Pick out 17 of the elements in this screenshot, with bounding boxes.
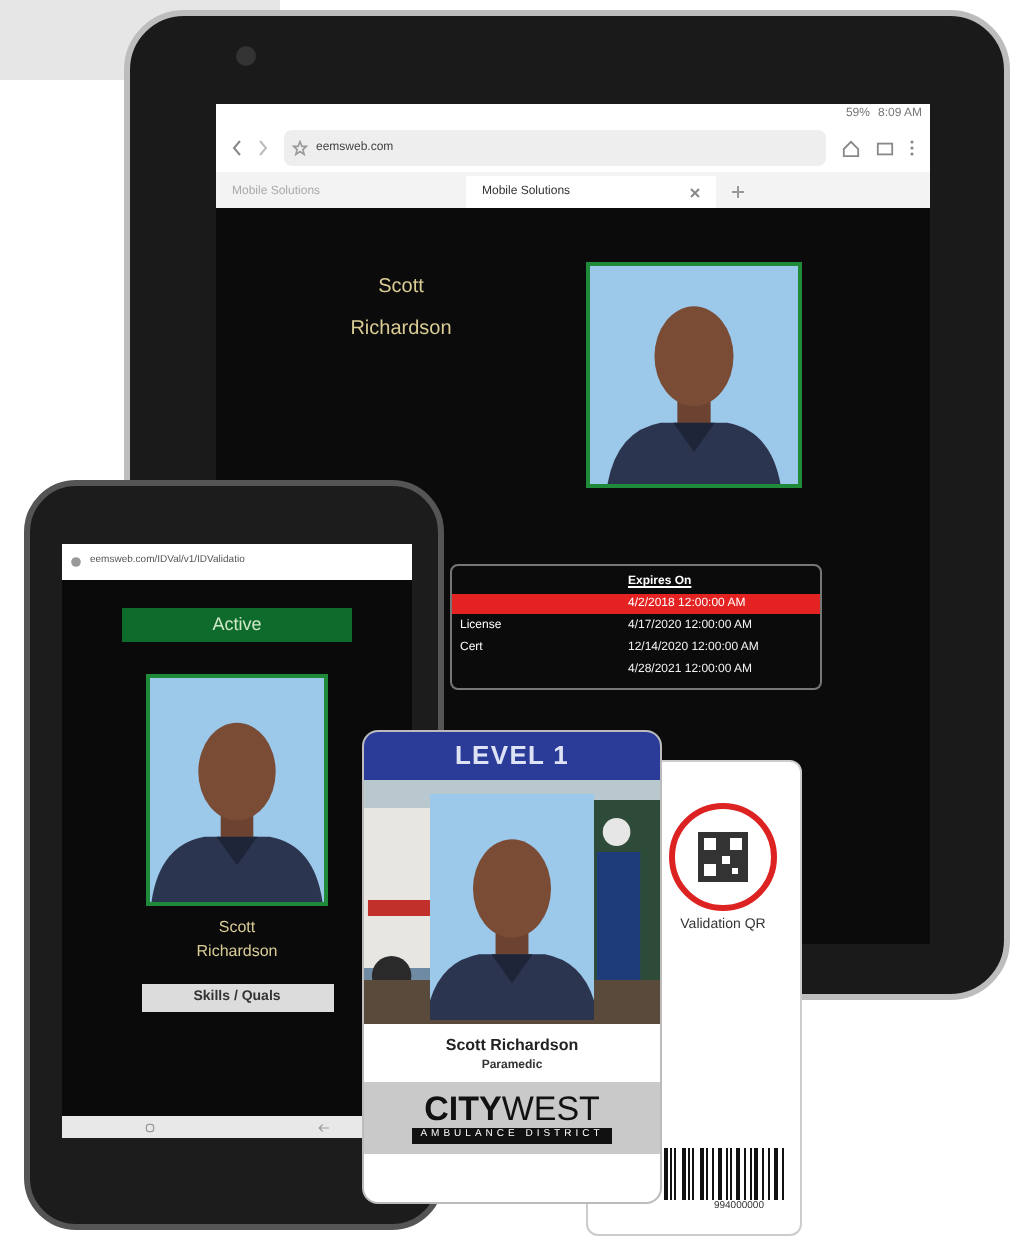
star-icon xyxy=(292,140,308,156)
home-icon[interactable] xyxy=(842,139,860,157)
qr-code-icon xyxy=(668,802,778,912)
status-text: Active xyxy=(212,611,262,638)
level-text: LEVEL 1 xyxy=(454,738,570,775)
new-tab-icon[interactable] xyxy=(732,186,744,198)
close-icon[interactable] xyxy=(690,187,700,197)
logo-wordmark: CITYWEST xyxy=(424,1092,600,1129)
person-name: Richardson xyxy=(350,316,452,344)
barcode-icon xyxy=(664,1147,788,1199)
forward-icon[interactable] xyxy=(258,140,268,156)
person-name: Richardson xyxy=(196,940,278,964)
person-name: Scott xyxy=(218,916,256,940)
card-name: Scott Richardson xyxy=(443,1034,581,1058)
arrow-icon[interactable] xyxy=(318,1121,331,1133)
person-name: Scott xyxy=(378,274,424,302)
back-icon[interactable] xyxy=(232,140,242,156)
